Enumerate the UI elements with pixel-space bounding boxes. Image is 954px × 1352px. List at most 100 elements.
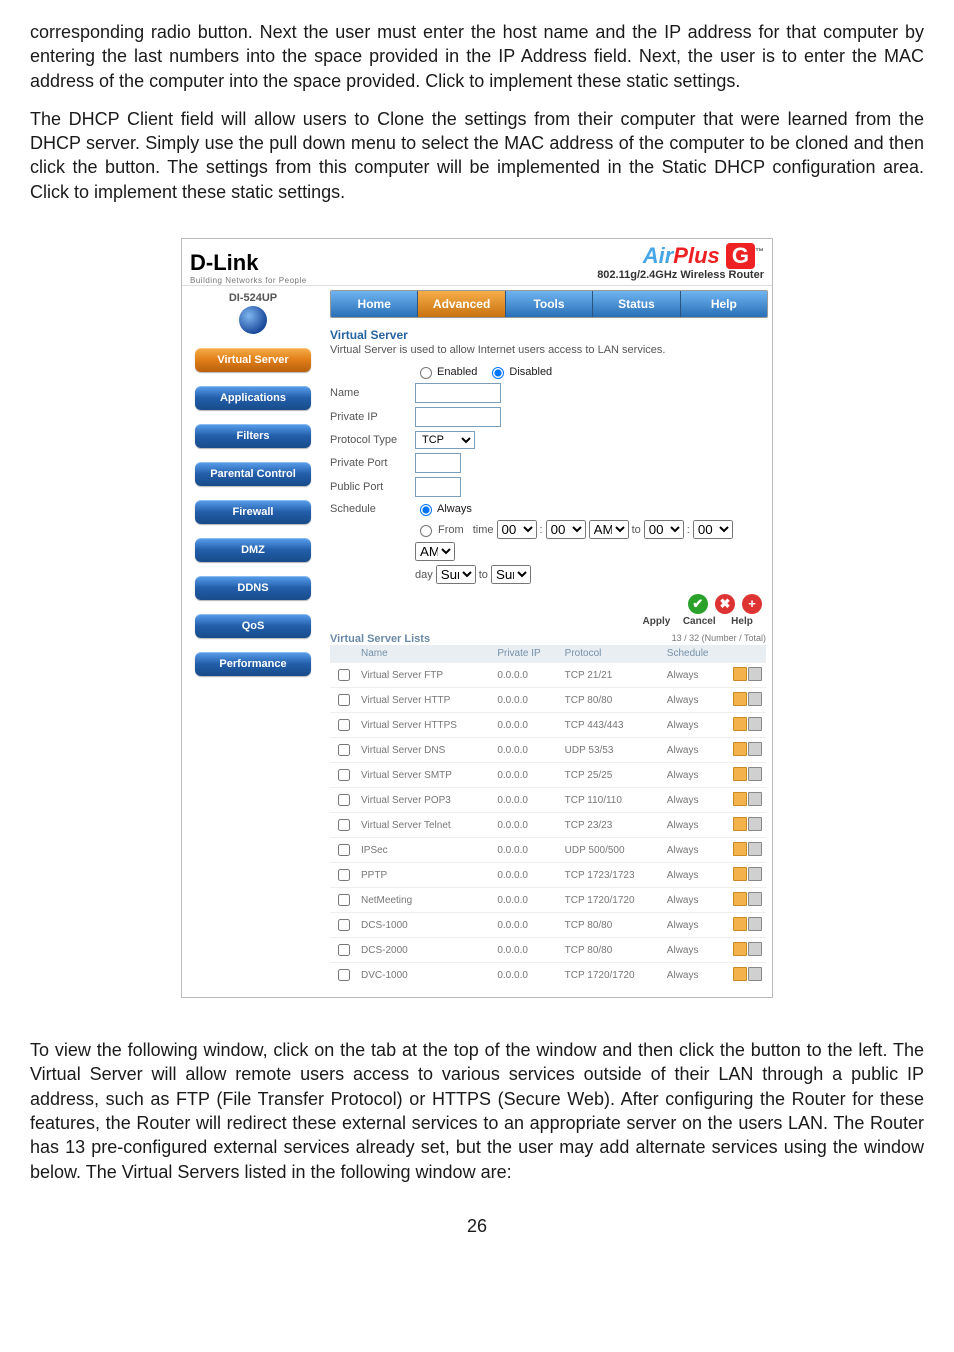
- edit-icon[interactable]: [733, 942, 747, 956]
- delete-icon[interactable]: [748, 667, 762, 681]
- delete-icon[interactable]: [748, 967, 762, 981]
- select-time-h2[interactable]: 00: [644, 520, 684, 539]
- select-time-ap2[interactable]: AM: [415, 542, 455, 561]
- section-title: Virtual Server: [330, 328, 766, 342]
- sidebar-qos[interactable]: QoS: [195, 614, 311, 638]
- cancel-icon[interactable]: ✖: [715, 594, 735, 614]
- doc-paragraph-2: The DHCP Client field will allow users t…: [30, 107, 924, 204]
- table-row: Virtual Server DNS0.0.0.0UDP 53/53Always: [330, 738, 766, 763]
- select-time-m2[interactable]: 00: [693, 520, 733, 539]
- row-checkbox[interactable]: [338, 819, 350, 831]
- row-checkbox[interactable]: [338, 869, 350, 881]
- radio-always[interactable]: [420, 504, 432, 516]
- row-protocol: TCP 80/80: [561, 688, 663, 713]
- tab-home[interactable]: Home: [331, 291, 418, 317]
- delete-icon[interactable]: [748, 892, 762, 906]
- row-checkbox[interactable]: [338, 794, 350, 806]
- virtual-server-table: Name Private IP Protocol Schedule Virtua…: [330, 645, 766, 987]
- row-checkbox[interactable]: [338, 969, 350, 981]
- sidebar-virtual-server[interactable]: Virtual Server: [195, 348, 311, 372]
- row-checkbox[interactable]: [338, 694, 350, 706]
- row-checkbox[interactable]: [338, 844, 350, 856]
- edit-icon[interactable]: [733, 792, 747, 806]
- delete-icon[interactable]: [748, 917, 762, 931]
- row-name: Virtual Server FTP: [357, 663, 493, 688]
- help-icon[interactable]: +: [742, 594, 762, 614]
- select-time-m1[interactable]: 00: [546, 520, 586, 539]
- select-protocol[interactable]: TCP: [415, 431, 475, 449]
- apply-icon[interactable]: ✔: [688, 594, 708, 614]
- delete-icon[interactable]: [748, 767, 762, 781]
- select-time-ap1[interactable]: AM: [589, 520, 629, 539]
- brand-tagline: Building Networks for People: [190, 276, 307, 285]
- row-checkbox[interactable]: [338, 769, 350, 781]
- col-name: Name: [357, 645, 493, 663]
- edit-icon[interactable]: [733, 842, 747, 856]
- tab-help[interactable]: Help: [681, 291, 767, 317]
- row-checkbox[interactable]: [338, 919, 350, 931]
- select-day-to[interactable]: Sun: [491, 565, 531, 584]
- sidebar-dmz[interactable]: DMZ: [195, 538, 311, 562]
- row-schedule: Always: [663, 763, 728, 788]
- edit-icon[interactable]: [733, 742, 747, 756]
- row-checkbox[interactable]: [338, 719, 350, 731]
- table-row: Virtual Server HTTP0.0.0.0TCP 80/80Alway…: [330, 688, 766, 713]
- sidebar-applications[interactable]: Applications: [195, 386, 311, 410]
- page-number: 26: [0, 1208, 954, 1253]
- sidebar-filters[interactable]: Filters: [195, 424, 311, 448]
- edit-icon[interactable]: [733, 717, 747, 731]
- row-schedule: Always: [663, 813, 728, 838]
- tab-tools[interactable]: Tools: [506, 291, 593, 317]
- edit-icon[interactable]: [733, 967, 747, 981]
- delete-icon[interactable]: [748, 867, 762, 881]
- table-row: Virtual Server FTP0.0.0.0TCP 21/21Always: [330, 663, 766, 688]
- row-name: Virtual Server HTTP: [357, 688, 493, 713]
- edit-icon[interactable]: [733, 917, 747, 931]
- delete-icon[interactable]: [748, 692, 762, 706]
- delete-icon[interactable]: [748, 842, 762, 856]
- input-name[interactable]: [415, 383, 501, 403]
- input-public-port[interactable]: [415, 477, 461, 497]
- input-private-port[interactable]: [415, 453, 461, 473]
- vslist-title: Virtual Server Lists: [330, 633, 430, 645]
- select-day-from[interactable]: Sun: [436, 565, 476, 584]
- row-checkbox[interactable]: [338, 669, 350, 681]
- delete-icon[interactable]: [748, 942, 762, 956]
- row-ip: 0.0.0.0: [493, 688, 560, 713]
- select-time-h1[interactable]: 00: [497, 520, 537, 539]
- sidebar-performance[interactable]: Performance: [195, 652, 311, 676]
- row-name: Virtual Server SMTP: [357, 763, 493, 788]
- radio-disabled[interactable]: [492, 367, 504, 379]
- edit-icon[interactable]: [733, 767, 747, 781]
- delete-icon[interactable]: [748, 792, 762, 806]
- edit-icon[interactable]: [733, 817, 747, 831]
- product-logo: AirPlus G™ 802.11g/2.4GHz Wireless Route…: [597, 243, 764, 285]
- label-protocol-type: Protocol Type: [330, 434, 415, 446]
- row-schedule: Always: [663, 938, 728, 963]
- row-checkbox[interactable]: [338, 744, 350, 756]
- edit-icon[interactable]: [733, 892, 747, 906]
- vslist-count: 13 / 32 (Number / Total): [672, 633, 766, 643]
- delete-icon[interactable]: [748, 742, 762, 756]
- radio-enabled[interactable]: [420, 367, 432, 379]
- delete-icon[interactable]: [748, 717, 762, 731]
- table-row: DCS-10000.0.0.0TCP 80/80Always: [330, 913, 766, 938]
- edit-icon[interactable]: [733, 867, 747, 881]
- sidebar-firewall[interactable]: Firewall: [195, 500, 311, 524]
- edit-icon[interactable]: [733, 667, 747, 681]
- edit-icon[interactable]: [733, 692, 747, 706]
- input-private-ip[interactable]: [415, 407, 501, 427]
- row-protocol: TCP 1720/1720: [561, 888, 663, 913]
- tab-advanced[interactable]: Advanced: [418, 291, 505, 317]
- table-row: DVC-10000.0.0.0TCP 1720/1720Always: [330, 963, 766, 988]
- row-checkbox[interactable]: [338, 944, 350, 956]
- row-checkbox[interactable]: [338, 894, 350, 906]
- row-ip: 0.0.0.0: [493, 913, 560, 938]
- label-private-ip: Private IP: [330, 411, 415, 423]
- sidebar-ddns[interactable]: DDNS: [195, 576, 311, 600]
- radio-from[interactable]: [420, 525, 432, 537]
- delete-icon[interactable]: [748, 817, 762, 831]
- tab-status[interactable]: Status: [593, 291, 680, 317]
- table-row: PPTP0.0.0.0TCP 1723/1723Always: [330, 863, 766, 888]
- sidebar-parental-control[interactable]: Parental Control: [195, 462, 311, 486]
